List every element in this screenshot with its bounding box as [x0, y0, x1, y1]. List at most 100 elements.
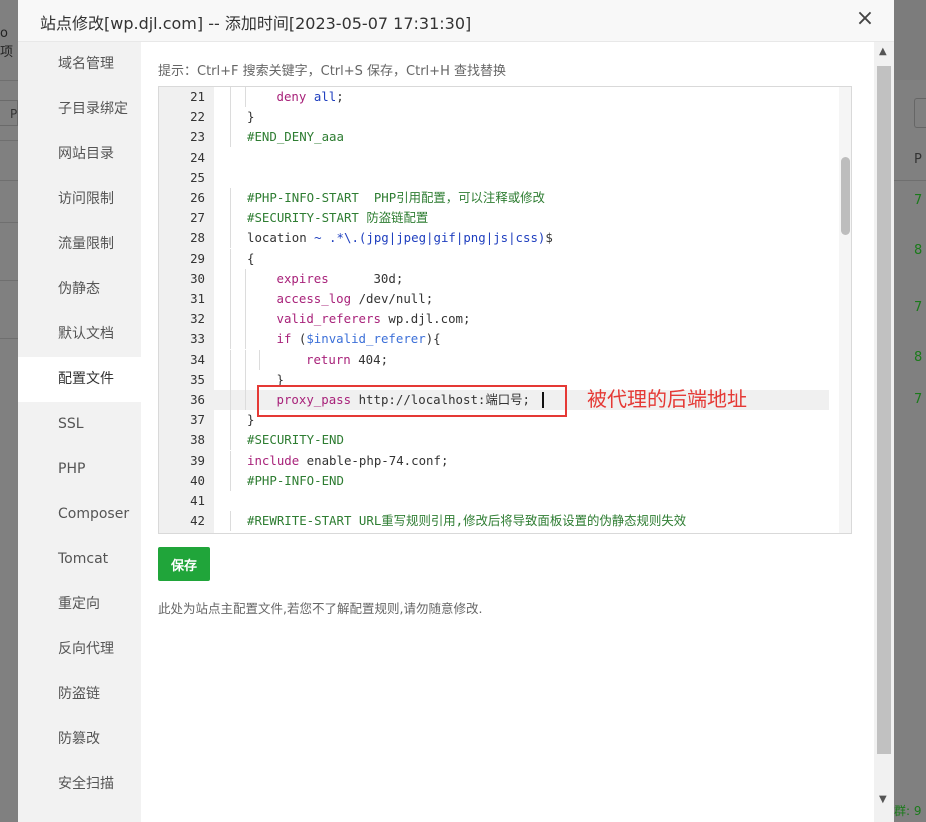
code-text: deny all; — [276, 89, 344, 104]
indent-guide — [230, 349, 231, 370]
code-line[interactable]: 39 include enable-php-74.conf; — [159, 450, 829, 471]
indent-guide — [244, 268, 246, 289]
code-line[interactable]: 30 expires 30d; — [159, 268, 829, 289]
code-text: location ~ .*\.(jpg|jpeg|gif|png|js|css)… — [247, 230, 553, 246]
sidebar-item-ssl[interactable]: SSL — [18, 402, 141, 447]
line-number: 33 — [190, 331, 205, 347]
code-line[interactable]: 40 #PHP-INFO-END — [159, 470, 829, 491]
sidebar-item-hotlink-protection[interactable]: 防盗链 — [18, 672, 141, 717]
modal-title: 站点修改[wp.djl.com] -- 添加时间[2023-05-07 17:3… — [40, 14, 472, 33]
close-icon[interactable]: × — [854, 8, 876, 30]
annotation-highlight-box — [257, 385, 567, 417]
code-line[interactable]: 38 #SECURITY-END — [159, 430, 829, 451]
code-line[interactable]: 22} — [159, 107, 829, 128]
indent-guide — [230, 390, 231, 410]
indent-guide — [230, 289, 231, 309]
background-right-header — [894, 0, 926, 80]
sidebar-item-rewrite[interactable]: 伪静态 — [18, 267, 141, 312]
code-text: #END_DENY_aaa — [247, 129, 344, 145]
code-line[interactable]: 23 #END_DENY_aaa — [159, 127, 829, 148]
config-warning-note: 此处为站点主配置文件,若您不了解配置规则,请勿随意修改. — [158, 601, 483, 616]
sidebar-item-subdirectory[interactable]: 子目录绑定 — [18, 87, 141, 132]
code-line[interactable]: 33 if ($invalid_referer){ — [159, 329, 829, 350]
code-text: return 404; — [306, 351, 389, 367]
code-text: #SECURITY-START 防盗链配置 — [247, 210, 429, 226]
code-line[interactable]: 26 #PHP-INFO-START PHP引用配置，可以注释或修改 — [159, 188, 829, 208]
line-number: 35 — [190, 371, 205, 387]
background-divider — [0, 280, 18, 281]
code-line[interactable]: 42 #REWRITE-START URL重写规则引用,修改后将导致面板设置的伪静… — [159, 511, 829, 532]
sidebar-item-composer[interactable]: Composer — [18, 492, 141, 537]
background-right-value: 7 — [914, 392, 923, 407]
indent-guide — [230, 228, 231, 249]
indent-guide — [230, 430, 231, 451]
indent-guide — [230, 329, 231, 350]
sidebar-item-config-file[interactable]: 配置文件 — [18, 357, 141, 402]
line-number: 28 — [190, 230, 205, 246]
line-number: 24 — [190, 149, 205, 165]
line-number: 29 — [190, 250, 205, 266]
config-file-panel: 提示：Ctrl+F 搜索关键字，Ctrl+S 保存，Ctrl+H 查找替换 21… — [141, 42, 874, 822]
indent-guide — [230, 248, 231, 269]
sidebar-item-site-directory[interactable]: 网站目录 — [18, 132, 141, 177]
sidebar-item-traffic-limit[interactable]: 流量限制 — [18, 222, 141, 267]
indent-guide — [230, 127, 231, 148]
line-number: 32 — [190, 311, 205, 327]
save-button[interactable]: 保存 — [158, 547, 210, 581]
code-line[interactable]: 31 access_log /dev/null; — [159, 289, 829, 309]
indent-guide — [230, 107, 231, 128]
line-number: 38 — [190, 432, 205, 448]
indent-guide — [244, 309, 246, 330]
code-line[interactable]: 24 — [159, 148, 829, 168]
code-line[interactable]: 25 — [159, 168, 829, 188]
indent-guide — [230, 450, 231, 471]
indent-guide — [230, 188, 231, 208]
code-editor[interactable]: 21 deny all; 22} 23 #END_DENY_aaa 24 25 26 #PHP-… — [158, 86, 852, 534]
sidebar-item-access-limit[interactable]: 访问限制 — [18, 177, 141, 222]
code-line[interactable]: 28 location ~ .*\.(jpg|jpeg|gif|png|js|cs… — [159, 228, 829, 249]
sidebar-item-tamper-protection[interactable]: 防篡改 — [18, 717, 141, 762]
code-text: valid_referers wp.djl.com; — [276, 311, 471, 327]
line-number: 37 — [190, 412, 205, 428]
indent-guide — [244, 390, 246, 410]
background-right-strip: P 7 8 7 8 7 群: 9 — [894, 0, 926, 822]
line-number: 30 — [190, 270, 205, 286]
line-number: 34 — [190, 351, 205, 367]
sidebar-item-default-document[interactable]: 默认文档 — [18, 312, 141, 357]
modal-scrollbar-thumb[interactable] — [877, 66, 891, 754]
code-line[interactable]: 29 { — [159, 248, 829, 269]
background-left-box: P — [0, 100, 18, 126]
indent-guide — [230, 511, 231, 532]
scroll-up-arrow-icon[interactable]: ▲ — [879, 46, 887, 57]
line-number: 40 — [190, 472, 205, 488]
line-number: 41 — [190, 493, 205, 508]
sidebar-item-security-scan[interactable]: 安全扫描 — [18, 762, 141, 807]
indent-guide — [230, 470, 231, 491]
editor-scrollbar-thumb[interactable] — [841, 157, 850, 235]
code-line[interactable]: 21 deny all; — [159, 87, 829, 107]
code-line[interactable]: 41 — [159, 491, 829, 511]
shortcut-hint: 提示：Ctrl+F 搜索关键字，Ctrl+S 保存，Ctrl+H 查找替换 — [158, 64, 506, 79]
editor-scrollbar[interactable] — [839, 87, 851, 533]
line-number: 26 — [190, 190, 205, 205]
sidebar-item-domain[interactable]: 域名管理 — [18, 42, 141, 87]
modal-scrollbar[interactable]: ▲ ▼ — [874, 42, 894, 822]
indent-guide — [244, 289, 246, 309]
code-text: #PHP-INFO-END — [247, 472, 344, 488]
sidebar-item-reverse-proxy[interactable]: 反向代理 — [18, 627, 141, 672]
code-line[interactable]: 34 return 404; — [159, 349, 829, 370]
background-divider — [0, 338, 18, 339]
background-left-text: o项 — [0, 26, 14, 60]
modal-titlebar: 站点修改[wp.djl.com] -- 添加时间[2023-05-07 17:3… — [18, 0, 894, 42]
code-line[interactable]: 32 valid_referers wp.djl.com; — [159, 309, 829, 330]
sidebar-item-tomcat[interactable]: Tomcat — [18, 537, 141, 582]
annotation-label: 被代理的后端地址 — [587, 387, 747, 411]
background-right-header-text: P — [914, 152, 922, 167]
code-line[interactable]: 27 #SECURITY-START 防盗链配置 — [159, 208, 829, 229]
scroll-down-arrow-icon[interactable]: ▼ — [879, 794, 887, 805]
sidebar-item-php[interactable]: PHP — [18, 447, 141, 492]
background-divider — [0, 80, 18, 81]
line-number: 25 — [190, 169, 205, 185]
settings-sidebar: 域名管理 子目录绑定 网站目录 访问限制 流量限制 伪静态 默认文档 配置文件 … — [18, 42, 141, 822]
sidebar-item-redirect[interactable]: 重定向 — [18, 582, 141, 627]
